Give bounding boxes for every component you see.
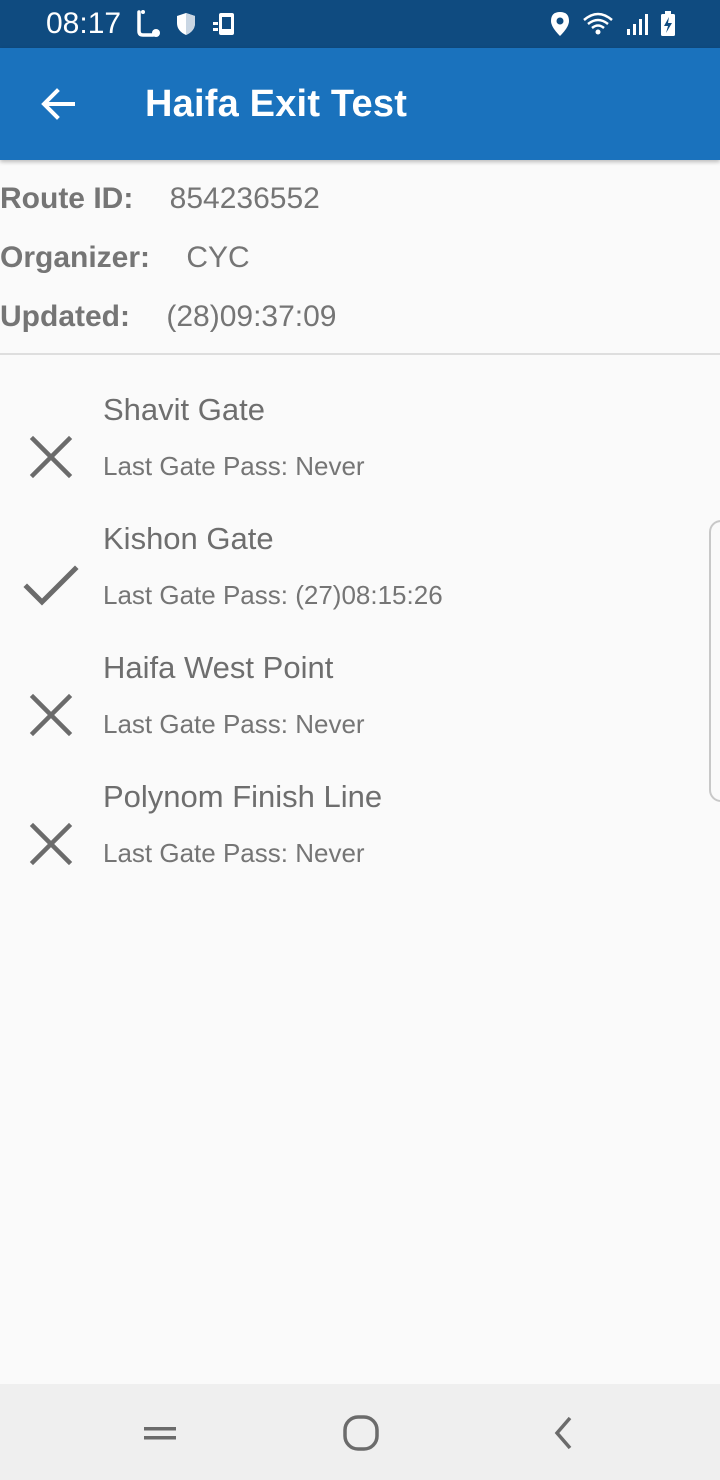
nav-back-button[interactable] [534, 1408, 594, 1458]
gate-item-shavit[interactable]: Shavit Gate Last Gate Pass: Never [0, 390, 700, 519]
shield-icon [177, 13, 195, 35]
gate-name: Polynom Finish Line [103, 779, 383, 814]
home-button[interactable] [331, 1408, 391, 1458]
gate-item-polynom-finish-line[interactable]: Polynom Finish Line Last Gate Pass: Neve… [0, 777, 700, 906]
gate-last-pass: Last Gate Pass: Never [103, 709, 365, 739]
close-icon [22, 686, 80, 744]
check-icon [22, 557, 80, 615]
phone-sync-icon [213, 13, 234, 35]
updated-value: (28)09:37:09 [166, 300, 337, 333]
status-system-icons [550, 9, 676, 39]
close-icon [22, 428, 80, 486]
nav-bar [0, 1384, 720, 1480]
recents-icon [144, 1427, 176, 1440]
route-id-row: Route ID: 854236552 [0, 179, 320, 219]
gate-last-pass: Last Gate Pass: Never [103, 451, 365, 481]
route-id-label: Route ID: [0, 182, 134, 215]
divider [0, 353, 720, 355]
gate-name: Haifa West Point [103, 650, 334, 685]
gate-last-pass: Last Gate Pass: Never [103, 838, 365, 868]
home-icon [343, 1415, 379, 1451]
back-icon [554, 1416, 572, 1450]
organizer-label: Organizer: [0, 241, 151, 274]
organizer-value: CYC [186, 241, 250, 274]
recents-button[interactable] [130, 1408, 190, 1458]
gate-name: Shavit Gate [103, 392, 265, 427]
wifi-icon [583, 12, 613, 35]
gate-name: Kishon Gate [103, 521, 274, 556]
back-button[interactable] [26, 72, 90, 136]
status-notification-icons [135, 9, 239, 39]
battery-charging-icon [661, 11, 675, 36]
close-icon [22, 815, 80, 873]
status-time: 08:17 [46, 7, 122, 40]
lyft-icon [137, 10, 160, 37]
updated-label: Updated: [0, 300, 130, 333]
arrow-left-icon [41, 88, 75, 120]
page-title: Haifa Exit Test [145, 83, 408, 125]
organizer-row: Organizer: CYC [0, 238, 250, 278]
location-pin-icon [551, 12, 569, 36]
updated-row: Updated: (28)09:37:09 [0, 297, 336, 337]
gate-item-haifa-west-point[interactable]: Haifa West Point Last Gate Pass: Never [0, 648, 700, 777]
status-bar: 08:17 [0, 0, 720, 48]
scroll-handle[interactable] [709, 520, 720, 802]
app-bar: Haifa Exit Test [0, 48, 720, 160]
route-id-value: 854236552 [169, 182, 320, 215]
signal-icon [627, 14, 648, 35]
gate-last-pass: Last Gate Pass: (27)08:15:26 [103, 580, 443, 610]
gate-item-kishon[interactable]: Kishon Gate Last Gate Pass: (27)08:15:26 [0, 519, 700, 648]
route-info: Route ID: 854236552 Organizer: CYC Updat… [0, 160, 720, 354]
